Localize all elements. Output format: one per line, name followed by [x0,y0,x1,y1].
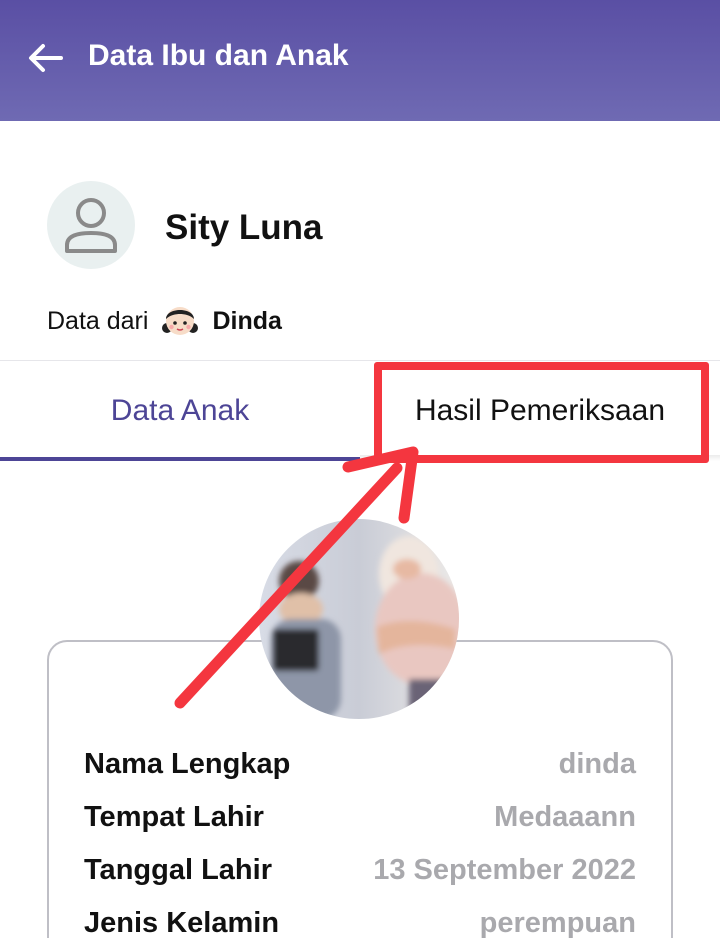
pregnant-mother-photo [259,519,459,719]
detail-label: Tempat Lahir [84,800,264,833]
data-source: Data dari Dinda [47,300,282,342]
source-label: Data dari [47,306,149,335]
back-arrow-icon[interactable] [24,38,66,78]
detail-value: dinda [558,747,636,780]
tab-bar: Data Anak Hasil Pemeriksaan [0,360,720,461]
profile-name: Sity Luna [165,208,323,247]
avatar [47,181,135,269]
girl-emoji-icon [160,301,200,341]
detail-row-jenis-kelamin: Jenis Kelamin perempuan [84,903,636,938]
detail-label: Nama Lengkap [84,747,291,780]
tab-label: Hasil Pemeriksaan [414,394,666,427]
detail-value: 13 September 2022 [373,853,636,886]
tab-label: Data Anak [110,394,250,427]
user-icon [65,198,117,253]
tab-active-indicator [0,457,360,461]
detail-label: Jenis Kelamin [84,906,280,938]
detail-row-tanggal-lahir: Tanggal Lahir 13 September 2022 [84,850,636,890]
detail-row-tempat-lahir: Tempat Lahir Medaaann [84,797,636,837]
detail-value: Medaaann [494,800,636,833]
detail-row-nama: Nama Lengkap dinda [84,744,636,784]
app-bar: Data Ibu dan Anak [0,0,720,121]
tab-data-anak[interactable]: Data Anak [0,361,360,461]
tab-hasil-pemeriksaan[interactable]: Hasil Pemeriksaan [360,361,720,461]
page-title: Data Ibu dan Anak [88,39,349,72]
detail-value: perempuan [479,906,636,938]
detail-label: Tanggal Lahir [84,853,272,886]
tab-shadow [360,455,720,461]
source-name: Dinda [212,306,282,335]
